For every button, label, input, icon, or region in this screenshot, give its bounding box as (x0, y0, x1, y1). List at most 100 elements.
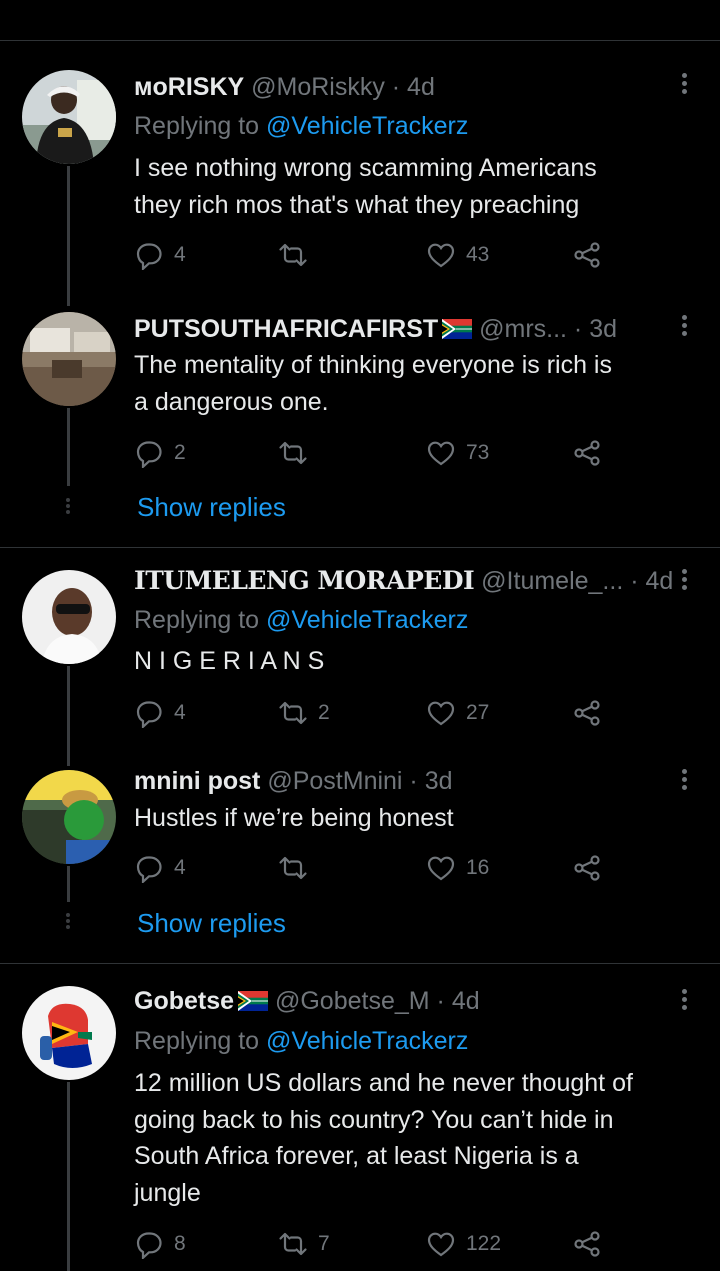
tweet-header: ITUMELENG MORAPEDI @Itumele_... · 4d (134, 566, 673, 596)
like-icon (427, 243, 455, 268)
retweet-icon (279, 1232, 307, 1256)
reply-button[interactable]: 4 (134, 851, 186, 885)
retweet-count: 7 (318, 1232, 330, 1255)
thread-line (67, 408, 70, 486)
share-button[interactable] (572, 436, 602, 470)
thread-line (67, 666, 70, 766)
reply-icon (136, 243, 162, 270)
handle-and-time[interactable]: @mrs... · 3d (479, 315, 617, 343)
reply-count: 8 (174, 1232, 186, 1255)
retweet-button[interactable] (278, 238, 318, 272)
share-icon (574, 1231, 600, 1257)
handle-and-time[interactable]: @Gobetse_M · 4d (275, 987, 480, 1015)
reply-button[interactable]: 4 (134, 238, 186, 272)
tweet-actions: 2 73 (134, 436, 614, 470)
reply-count: 4 (174, 243, 186, 266)
handle-and-time[interactable]: @MoRiskky · 4d (251, 73, 435, 101)
tweet-header: mnini post @PostMnini · 3d (134, 766, 453, 796)
more-options-icon[interactable] (676, 766, 692, 794)
like-button[interactable]: 27 (426, 696, 489, 730)
share-icon (574, 242, 600, 268)
like-icon (427, 441, 455, 466)
avatar[interactable] (22, 986, 116, 1080)
retweet-button[interactable]: 7 (278, 1227, 330, 1261)
like-icon (427, 701, 455, 726)
retweet-icon (279, 856, 307, 880)
section-divider (0, 963, 720, 964)
reply-count: 2 (174, 441, 186, 464)
top-divider (0, 40, 720, 41)
replying-to: Replying to @VehicleTrackerz (134, 1027, 469, 1055)
like-count: 27 (466, 701, 490, 724)
more-options-icon[interactable] (676, 566, 692, 594)
like-button[interactable]: 73 (426, 436, 489, 470)
thread-line (67, 866, 70, 902)
reply-icon (136, 856, 162, 883)
reply-count: 4 (174, 856, 186, 879)
like-icon (427, 856, 455, 881)
display-name[interactable]: Gobetse (134, 987, 234, 1015)
display-name[interactable]: ITUMELENG MORAPEDI (134, 566, 475, 595)
avatar[interactable] (22, 570, 116, 664)
mention-link[interactable]: @VehicleTrackerz (266, 606, 468, 634)
like-count: 122 (466, 1232, 502, 1255)
thread-line (67, 1082, 70, 1271)
south-africa-flag-icon (238, 991, 269, 1011)
retweet-icon (279, 441, 307, 465)
tweet-actions: 4 2 27 (134, 696, 614, 730)
tweet-text: The mentality of thinking everyone is ri… (134, 351, 612, 416)
reply-button[interactable]: 8 (134, 1227, 186, 1261)
share-icon (574, 855, 600, 881)
show-replies-link[interactable]: Show replies (137, 908, 286, 939)
replying-to: Replying to @VehicleTrackerz (134, 606, 469, 634)
like-button[interactable]: 43 (426, 238, 489, 272)
reply-icon (136, 1232, 162, 1259)
share-button[interactable] (572, 851, 602, 885)
mention-link[interactable]: @VehicleTrackerz (266, 112, 468, 140)
tweet-header: ᴍoRISKY @MoRiskky · 4d (134, 72, 435, 102)
tweet-header: Gobetse @Gobetse_M · 4d (134, 986, 480, 1016)
tweet-actions: 4 43 (134, 238, 614, 272)
share-icon (574, 700, 600, 726)
retweet-button[interactable] (278, 851, 318, 885)
reply-button[interactable]: 4 (134, 696, 186, 730)
reply-button[interactable]: 2 (134, 436, 186, 470)
handle-and-time[interactable]: @Itumele_... · 4d (481, 567, 673, 595)
share-button[interactable] (572, 238, 602, 272)
section-divider (0, 547, 720, 548)
show-replies-link[interactable]: Show replies (137, 492, 286, 523)
replying-to: Replying to @VehicleTrackerz (134, 112, 469, 140)
reply-icon (136, 701, 162, 728)
more-options-icon[interactable] (676, 986, 692, 1014)
retweet-count: 2 (318, 701, 330, 724)
handle-and-time[interactable]: @PostMnini · 3d (267, 767, 452, 795)
display-name[interactable]: PUTSOUTHAFRICAFIRST (134, 315, 438, 343)
share-button[interactable] (572, 696, 602, 730)
avatar[interactable] (22, 312, 116, 406)
tweet-text: N I G E R I A N S (134, 647, 325, 675)
tweet-actions: 8 7 122 (134, 1227, 614, 1261)
avatar[interactable] (22, 70, 116, 164)
tweet-text: Hustles if we’re being honest (134, 804, 454, 832)
like-icon (427, 1232, 455, 1257)
like-count: 16 (466, 856, 490, 879)
thread-dots (64, 911, 72, 931)
tweet-header: PUTSOUTHAFRICAFIRST @mrs... · 3d (134, 314, 617, 344)
like-button[interactable]: 16 (426, 851, 489, 885)
like-count: 73 (466, 441, 490, 464)
more-options-icon[interactable] (676, 70, 692, 98)
display-name[interactable]: ᴍoRISKY (134, 73, 244, 101)
avatar[interactable] (22, 770, 116, 864)
retweet-button[interactable] (278, 436, 318, 470)
share-button[interactable] (572, 1227, 602, 1261)
share-icon (574, 440, 600, 466)
retweet-button[interactable]: 2 (278, 696, 330, 730)
display-name[interactable]: mnini post (134, 767, 260, 795)
reply-icon (136, 441, 162, 468)
retweet-icon (279, 243, 307, 267)
like-button[interactable]: 122 (426, 1227, 501, 1261)
retweet-icon (279, 701, 307, 725)
mention-link[interactable]: @VehicleTrackerz (266, 1027, 468, 1055)
more-options-icon[interactable] (676, 312, 692, 340)
thread-dots (64, 496, 72, 516)
